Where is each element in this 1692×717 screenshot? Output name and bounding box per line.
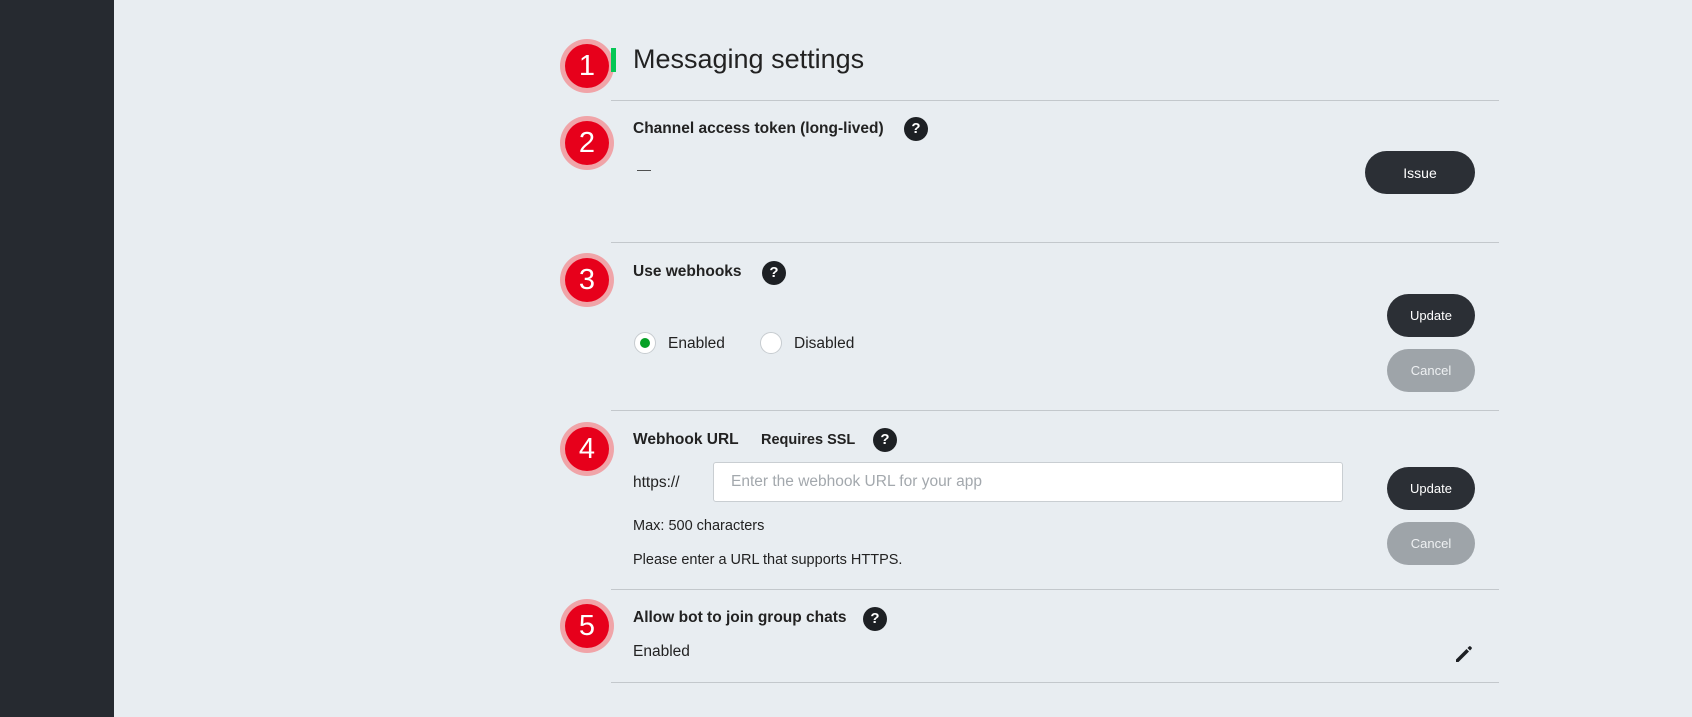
webhooks-enabled-radio[interactable]	[634, 332, 656, 354]
https-prefix: https://	[633, 474, 680, 491]
divider	[611, 100, 1499, 101]
group-chats-label: Allow bot to join group chats	[633, 609, 847, 626]
group-chats-value: Enabled	[633, 643, 690, 660]
pencil-icon[interactable]	[1452, 642, 1476, 666]
sidebar	[0, 0, 114, 717]
channel-token-help-icon[interactable]: ?	[904, 117, 928, 141]
marker-3: 3	[565, 258, 609, 302]
webhooks-update-button[interactable]: Update	[1387, 294, 1475, 337]
webhooks-disabled-radio[interactable]	[760, 332, 782, 354]
divider	[611, 410, 1499, 411]
webhook-url-cancel-button[interactable]: Cancel	[1387, 522, 1475, 565]
requires-ssl-label: Requires SSL	[761, 432, 856, 448]
channel-token-value: —	[637, 161, 651, 177]
marker-2: 2	[565, 121, 609, 165]
webhook-url-label: Webhook URL	[633, 431, 739, 448]
webhook-url-max-text: Max: 500 characters	[633, 518, 765, 534]
issue-button[interactable]: Issue	[1365, 151, 1475, 194]
divider	[611, 589, 1499, 590]
title-accent-bar	[611, 48, 616, 72]
radio-selected-dot	[640, 338, 650, 348]
divider	[611, 682, 1499, 683]
webhooks-enabled-label[interactable]: Enabled	[668, 335, 725, 353]
marker-1: 1	[565, 44, 609, 88]
channel-token-label: Channel access token (long-lived)	[633, 120, 884, 137]
webhook-url-hint: Please enter a URL that supports HTTPS.	[633, 552, 903, 568]
webhook-url-help-icon[interactable]: ?	[873, 428, 897, 452]
page-title: Messaging settings	[633, 44, 865, 74]
marker-4: 4	[565, 427, 609, 471]
marker-5: 5	[565, 604, 609, 648]
webhook-url-update-button[interactable]: Update	[1387, 467, 1475, 510]
use-webhooks-label: Use webhooks	[633, 263, 742, 280]
use-webhooks-help-icon[interactable]: ?	[762, 261, 786, 285]
webhooks-cancel-button[interactable]: Cancel	[1387, 349, 1475, 392]
group-chats-help-icon[interactable]: ?	[863, 607, 887, 631]
divider	[611, 242, 1499, 243]
webhooks-disabled-label[interactable]: Disabled	[794, 335, 854, 353]
webhook-url-input[interactable]	[713, 462, 1343, 502]
